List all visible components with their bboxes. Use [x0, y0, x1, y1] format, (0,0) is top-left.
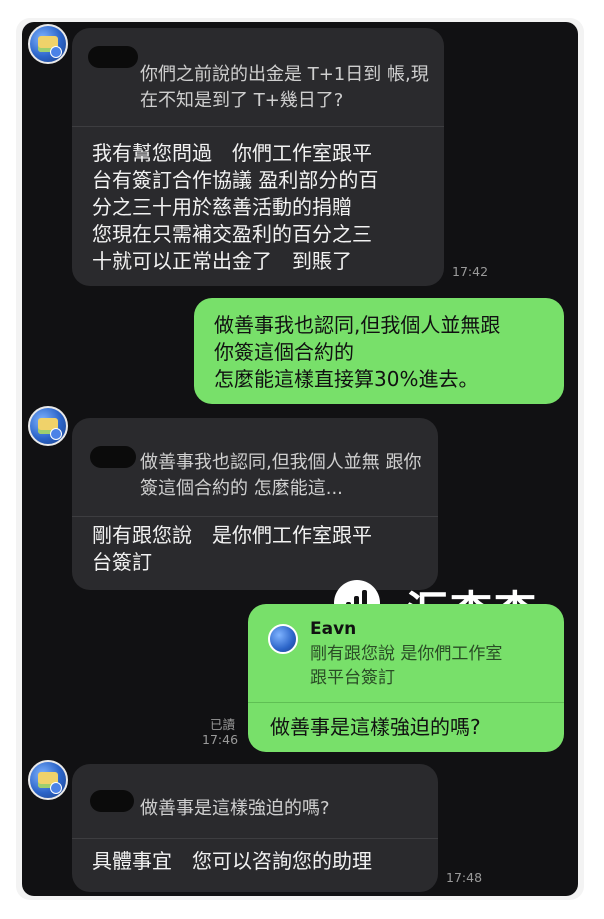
- contact-avatar[interactable]: [28, 760, 68, 800]
- message-time: 17:46: [202, 732, 239, 747]
- quoted-message: 做善事我也認同,但我個人並無 跟你簽這個合約的 怎麼能這...: [140, 452, 422, 499]
- avatar-badge-icon: [50, 428, 62, 440]
- contact-avatar[interactable]: [28, 24, 68, 64]
- message-text: 具體事宜 您可以咨詢您的助理: [92, 849, 372, 873]
- message-time: 17:48: [446, 870, 483, 885]
- quote-divider: [72, 838, 438, 839]
- screenshot-frame: 你們之前說的出金是 T+1日到 帳,現在不知是到了 T+幾日了? 我有幫您問過 …: [16, 18, 584, 900]
- incoming-message-bubble[interactable]: 你們之前說的出金是 T+1日到 帳,現在不知是到了 T+幾日了? 我有幫您問過 …: [72, 28, 444, 286]
- redacted-name: [90, 790, 134, 812]
- quote-divider: [248, 702, 564, 703]
- message-text: 做善事是這樣強迫的嗎?: [270, 715, 481, 739]
- quoted-message: 做善事是這樣強迫的嗎?: [140, 798, 330, 819]
- incoming-message-bubble[interactable]: 做善事我也認同,但我個人並無 跟你簽這個合約的 怎麼能這... 剛有跟您說 是你…: [72, 418, 438, 590]
- message-text: 剛有跟您說 是你們工作室跟平 台簽訂: [92, 523, 372, 574]
- quote-divider: [72, 126, 444, 127]
- message-time: 17:42: [452, 264, 489, 279]
- outgoing-message-bubble[interactable]: Eavn 剛有跟您說 是你們工作室 跟平台簽訂 做善事是這樣強迫的嗎?: [248, 604, 564, 752]
- incoming-message-bubble[interactable]: 做善事是這樣強迫的嗎? 具體事宜 您可以咨詢您的助理: [72, 764, 438, 892]
- outgoing-message-bubble[interactable]: 做善事我也認同,但我個人並無跟 你簽這個合約的 怎麼能這樣直接算30%進去。: [194, 298, 564, 404]
- quote-divider: [72, 516, 438, 517]
- redacted-name: [90, 446, 136, 468]
- quoted-author: Eavn: [310, 619, 357, 639]
- quoted-message: 剛有跟您說 是你們工作室 跟平台簽訂: [310, 644, 503, 688]
- avatar-badge-icon: [50, 46, 62, 58]
- quoted-author-avatar: [268, 624, 298, 654]
- contact-avatar[interactable]: [28, 406, 68, 446]
- chat-view[interactable]: 你們之前說的出金是 T+1日到 帳,現在不知是到了 T+幾日了? 我有幫您問過 …: [22, 22, 578, 896]
- message-text: 做善事我也認同,但我個人並無跟 你簽這個合約的 怎麼能這樣直接算30%進去。: [214, 313, 501, 391]
- avatar-badge-icon: [50, 782, 62, 794]
- redacted-name: [88, 46, 138, 68]
- quoted-message: 你們之前說的出金是 T+1日到 帳,現在不知是到了 T+幾日了?: [140, 64, 429, 111]
- read-status: 已讀: [210, 717, 236, 732]
- message-text: 我有幫您問過 你們工作室跟平 台有簽訂合作協議 盈利部分的百 分之三十用於慈善活…: [92, 141, 379, 273]
